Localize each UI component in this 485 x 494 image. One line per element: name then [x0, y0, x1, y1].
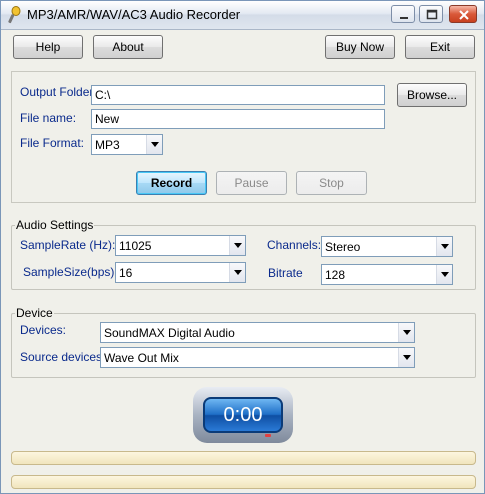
- channels-select[interactable]: Stereo: [321, 236, 453, 257]
- samplesize-label: SampleSize(bps):: [23, 265, 118, 279]
- stop-button[interactable]: Stop: [296, 171, 367, 195]
- file-format-value: MP3: [95, 138, 120, 152]
- samplerate-label: SampleRate (Hz):: [20, 238, 116, 252]
- exit-button[interactable]: Exit: [405, 35, 475, 59]
- about-button[interactable]: About: [93, 35, 163, 59]
- progress-bar-2: [11, 475, 476, 489]
- devices-value: SoundMAX Digital Audio: [104, 326, 235, 340]
- chevron-down-icon[interactable]: [398, 348, 414, 367]
- browse-button[interactable]: Browse...: [397, 83, 467, 107]
- pause-button[interactable]: Pause: [216, 171, 287, 195]
- samplesize-value: 16: [119, 266, 133, 280]
- chevron-down-icon[interactable]: [229, 263, 245, 282]
- file-name-input[interactable]: New: [91, 109, 385, 129]
- help-button[interactable]: Help: [13, 35, 83, 59]
- bitrate-value: 128: [325, 268, 346, 282]
- chevron-down-icon[interactable]: [436, 265, 452, 284]
- maximize-icon: [426, 9, 438, 20]
- buy-now-button[interactable]: Buy Now: [325, 35, 395, 59]
- recording-led: [265, 434, 271, 437]
- bitrate-select[interactable]: 128: [321, 264, 453, 285]
- chevron-down-icon[interactable]: [229, 236, 245, 255]
- source-devices-select[interactable]: Wave Out Mix: [100, 347, 415, 368]
- microphone-icon: [8, 6, 21, 24]
- audio-settings-title: Audio Settings: [15, 218, 95, 232]
- chevron-down-icon[interactable]: [398, 323, 414, 342]
- timer-readout: 0:00: [203, 397, 283, 433]
- minimize-icon: [400, 17, 408, 19]
- output-folder-label: Output Folder:: [20, 85, 97, 99]
- device-title: Device: [15, 306, 54, 320]
- samplerate-value: 11025: [119, 239, 152, 253]
- file-name-label: File name:: [20, 111, 77, 125]
- chevron-down-icon[interactable]: [146, 135, 162, 154]
- devices-select[interactable]: SoundMAX Digital Audio: [100, 322, 415, 343]
- chevron-down-icon[interactable]: [436, 237, 452, 256]
- file-format-label: File Format:: [20, 136, 85, 150]
- close-icon: [459, 10, 469, 20]
- progress-bar-1: [11, 451, 476, 465]
- bitrate-label: Bitrate: [268, 266, 303, 280]
- devices-label: Devices:: [20, 323, 67, 337]
- app-window: MP3/AMR/WAV/AC3 Audio Recorder Help Abou…: [0, 0, 485, 494]
- maximize-button[interactable]: [419, 5, 443, 23]
- samplerate-select[interactable]: 11025: [115, 235, 246, 256]
- output-folder-input[interactable]: C:\: [91, 85, 385, 105]
- samplesize-select[interactable]: 16: [115, 262, 246, 283]
- file-format-select[interactable]: MP3: [91, 134, 163, 155]
- minimize-button[interactable]: [391, 5, 415, 23]
- channels-label: Channels:: [267, 238, 322, 252]
- window-title: MP3/AMR/WAV/AC3 Audio Recorder: [27, 7, 241, 22]
- source-devices-value: Wave Out Mix: [104, 351, 179, 365]
- record-button[interactable]: Record: [136, 171, 207, 195]
- timer-display: 0:00: [193, 387, 293, 443]
- source-devices-label: Source devices:: [20, 350, 106, 364]
- close-button[interactable]: [449, 5, 477, 23]
- channels-value: Stereo: [325, 240, 361, 254]
- title-bar[interactable]: MP3/AMR/WAV/AC3 Audio Recorder: [1, 1, 484, 30]
